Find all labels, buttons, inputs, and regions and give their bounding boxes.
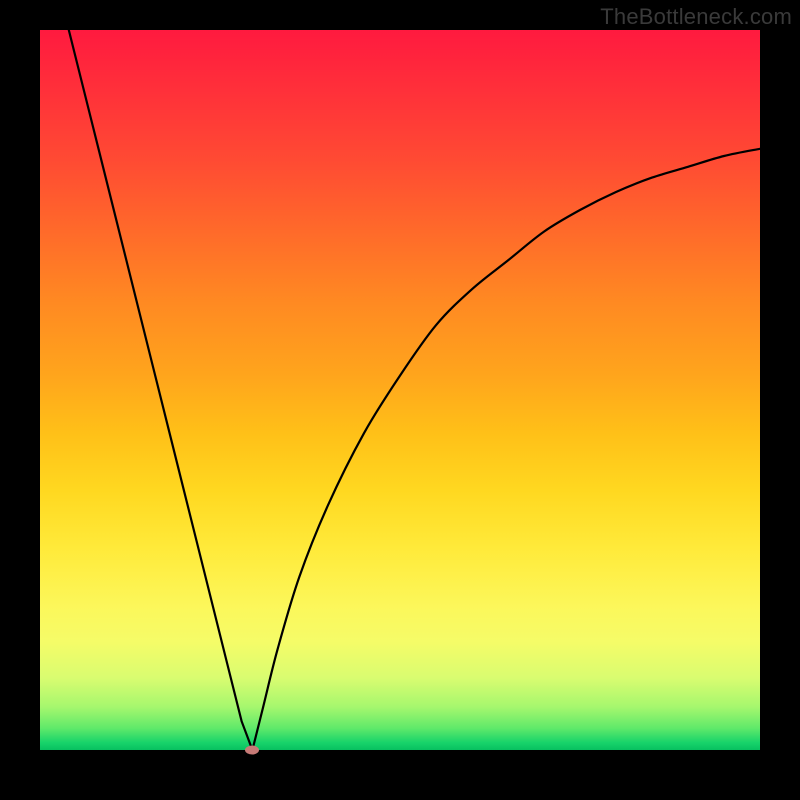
watermark-label: TheBottleneck.com [600,4,792,30]
plot-area [40,30,760,750]
chart-container: TheBottleneck.com [0,0,800,800]
minimum-marker [245,746,259,755]
bottleneck-curve [40,30,760,750]
